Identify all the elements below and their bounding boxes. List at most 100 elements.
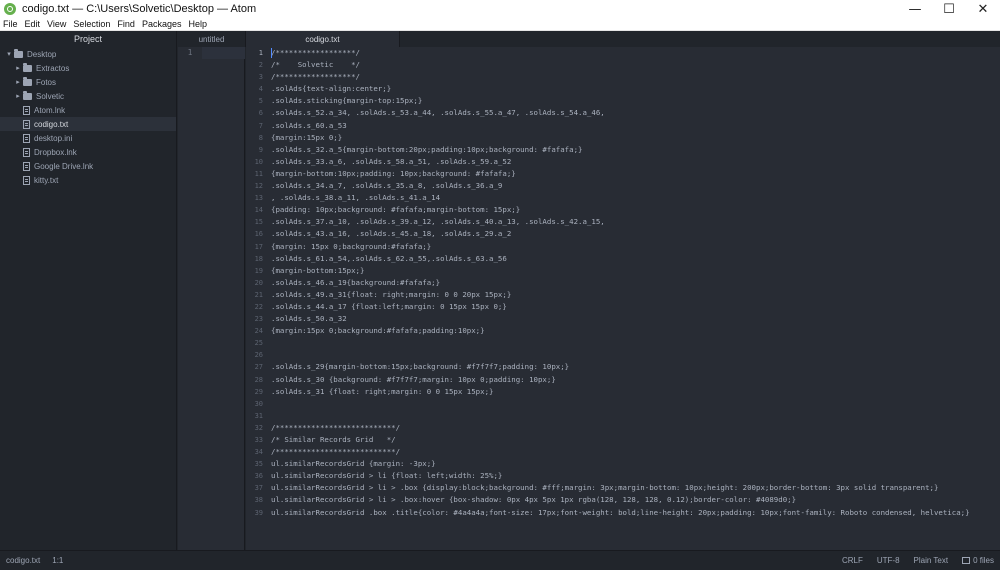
menu-packages[interactable]: Packages: [142, 19, 182, 29]
status-grammar[interactable]: Plain Text: [914, 556, 949, 565]
line-number: 20: [254, 278, 263, 287]
code-line[interactable]: /******************/: [271, 47, 1000, 59]
code-line[interactable]: /******************/: [271, 71, 1000, 83]
line-number: 1: [258, 49, 263, 57]
code-line[interactable]: .solAds.s_32.a_5{margin-bottom:20px;padd…: [271, 144, 1000, 156]
code-line[interactable]: {margin:15px 0;}: [271, 132, 1000, 144]
line-number: 7: [258, 121, 263, 130]
tree-root-desktop[interactable]: ▾ Desktop: [0, 47, 176, 61]
tree-item-label: Google Drive.lnk: [34, 161, 94, 171]
close-button[interactable]: ✕: [966, 0, 1000, 18]
current-line-highlight: [202, 47, 245, 59]
menu-selection[interactable]: Selection: [73, 19, 110, 29]
code-line[interactable]: .solAds.s_29{margin-bottom:15px;backgrou…: [271, 361, 1000, 373]
code-line[interactable]: .solAds.s_33.a_6, .solAds.s_58.a_51, .so…: [271, 156, 1000, 168]
code-line[interactable]: .solAds.s_46.a_19{background:#fafafa;}: [271, 277, 1000, 289]
status-git-files[interactable]: 0 files: [962, 556, 994, 565]
code-line[interactable]: ul.similarRecordsGrid > li > .box:hover …: [271, 494, 1000, 506]
tree-file-atom-lnk[interactable]: Atom.lnk: [0, 103, 176, 117]
tree-file-google-drive-lnk[interactable]: Google Drive.lnk: [0, 159, 176, 173]
code-line[interactable]: [271, 398, 1000, 410]
editor-pane-untitled[interactable]: 1: [178, 47, 245, 550]
menu-find[interactable]: Find: [117, 19, 135, 29]
code-line[interactable]: .solAds.s_43.a_16, .solAds.s_45.a_18, .s…: [271, 228, 1000, 240]
maximize-button[interactable]: ☐: [932, 0, 966, 18]
code-line[interactable]: , .solAds.s_38.a_11, .solAds.s_41.a_14: [271, 192, 1000, 204]
code-line[interactable]: [271, 410, 1000, 422]
line-number: 32: [254, 423, 263, 432]
code-line[interactable]: .solAds.s_44.a_17 {float:left;margin: 0 …: [271, 301, 1000, 313]
code-line[interactable]: .solAds.s_49.a_31{float: right;margin: 0…: [271, 289, 1000, 301]
code-line[interactable]: .solAds.sticking{margin-top:15px;}: [271, 95, 1000, 107]
code-line[interactable]: /***************************/: [271, 422, 1000, 434]
status-files-count: 0 files: [973, 556, 994, 565]
tree-item-label: desktop.ini: [34, 133, 73, 143]
status-cursor-position[interactable]: 1:1: [52, 556, 63, 565]
line-number: 30: [254, 399, 263, 408]
code-line[interactable]: .solAds.s_34.a_7, .solAds.s_35.a_8, .sol…: [271, 180, 1000, 192]
tree-folder-solvetic[interactable]: ▸ Solvetic: [0, 89, 176, 103]
code-line[interactable]: {margin:15px 0;background:#fafafa;paddin…: [271, 325, 1000, 337]
code-line[interactable]: {margin-bottom:15px;}: [271, 265, 1000, 277]
line-number: 11: [254, 169, 263, 178]
status-line-ending[interactable]: CRLF: [842, 556, 863, 565]
tab-untitled[interactable]: untitled: [178, 31, 246, 47]
code-line[interactable]: /* Similar Records Grid */: [271, 434, 1000, 446]
project-tree-header: Project: [0, 31, 176, 47]
code-line[interactable]: {margin-bottom:10px;padding: 10px;backgr…: [271, 168, 1000, 180]
line-number: 34: [254, 448, 263, 457]
menu-file[interactable]: File: [3, 19, 18, 29]
code-line[interactable]: [271, 337, 1000, 349]
minimize-button[interactable]: —: [898, 0, 932, 18]
tree-item-label: Desktop: [27, 49, 57, 59]
code-line[interactable]: /***************************/: [271, 446, 1000, 458]
line-number: 24: [254, 327, 263, 336]
tree-file-desktop-ini[interactable]: desktop.ini: [0, 131, 176, 145]
code-line[interactable]: ul.similarRecordsGrid > li > .box {displ…: [271, 482, 1000, 494]
code-text-area[interactable]: /******************//* Solvetic *//*****…: [271, 47, 1000, 519]
tree-item-label: Atom.lnk: [34, 105, 66, 115]
line-number: 13: [254, 194, 263, 203]
code-line[interactable]: {padding: 10px;background: #fafafa;margi…: [271, 204, 1000, 216]
code-line[interactable]: .solAds.s_37.a_10, .solAds.s_39.a_12, .s…: [271, 216, 1000, 228]
chevron-right-icon: ▸: [16, 78, 20, 86]
code-line[interactable]: {margin: 15px 0;background:#fafafa;}: [271, 241, 1000, 253]
tree-file-kitty-txt[interactable]: kitty.txt: [0, 173, 176, 187]
tree-file-codigo-txt[interactable]: codigo.txt: [0, 117, 176, 131]
code-line[interactable]: .solAds.s_60.a_53: [271, 120, 1000, 132]
file-icon: [23, 133, 30, 143]
line-number: 16: [254, 230, 263, 239]
line-number: 15: [254, 218, 263, 227]
code-line[interactable]: .solAds.s_61.a_54,.solAds.s_62.a_55,.sol…: [271, 253, 1000, 265]
line-number: 26: [254, 351, 263, 360]
code-line[interactable]: .solAds.s_31 {float: right;margin: 0 0 1…: [271, 386, 1000, 398]
line-number: 29: [254, 387, 263, 396]
menu-edit[interactable]: Edit: [25, 19, 41, 29]
editor-pane-codigo[interactable]: 1 2 3 4 5 6 7 8 9 10 11 12 13 14 15 16 17 18 19 20 21 22 23 24 2…: [246, 47, 1000, 550]
line-number: 6: [258, 109, 263, 118]
tree-file-dropbox-lnk[interactable]: Dropbox.lnk: [0, 145, 176, 159]
code-line[interactable]: [271, 349, 1000, 361]
code-line[interactable]: .solAds.s_50.a_32: [271, 313, 1000, 325]
code-line[interactable]: .solAds{text-align:center;}: [271, 83, 1000, 95]
code-line[interactable]: ul.similarRecordsGrid > li {float: left;…: [271, 470, 1000, 482]
line-number: 9: [258, 145, 263, 154]
tree-folder-fotos[interactable]: ▸ Fotos: [0, 75, 176, 89]
menu-help[interactable]: Help: [188, 19, 207, 29]
code-line[interactable]: .solAds.s_52.a_34, .solAds.s_53.a_44, .s…: [271, 107, 1000, 119]
code-line[interactable]: ul.similarRecordsGrid .box .title{color:…: [271, 507, 1000, 519]
code-line[interactable]: /* Solvetic */: [271, 59, 1000, 71]
line-number: 37: [254, 484, 263, 493]
status-encoding[interactable]: UTF-8: [877, 556, 900, 565]
line-number: 12: [254, 182, 263, 191]
file-icon: [23, 175, 30, 185]
code-line[interactable]: ul.similarRecordsGrid {margin: -3px;}: [271, 458, 1000, 470]
code-line[interactable]: .solAds.s_30 {background: #f7f7f7;margin…: [271, 374, 1000, 386]
tab-codigo-txt[interactable]: codigo.txt: [246, 31, 400, 47]
tree-folder-extractos[interactable]: ▸ Extractos: [0, 61, 176, 75]
status-file-name[interactable]: codigo.txt: [6, 556, 40, 565]
line-number: 36: [254, 472, 263, 481]
folder-icon: [23, 90, 32, 100]
line-number: 10: [254, 157, 263, 166]
menu-view[interactable]: View: [47, 19, 66, 29]
